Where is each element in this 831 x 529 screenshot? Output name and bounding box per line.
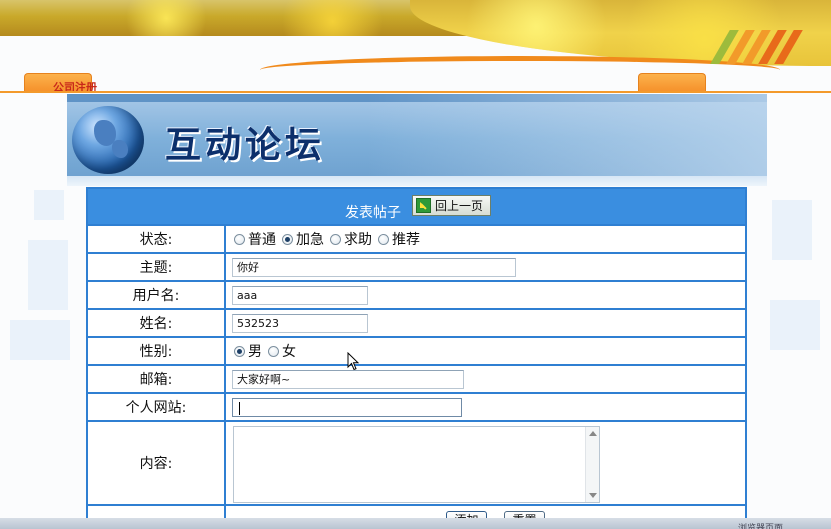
taskbar [0,518,831,529]
name-input[interactable]: 532523 [232,314,368,333]
taskbar-item[interactable]: 浏览器页面 [738,521,783,529]
background-decoration [10,320,70,360]
gender-radio-male[interactable]: 男 [234,341,262,361]
status-radio-help[interactable]: 求助 [330,229,372,249]
subject-label: 主题: [88,254,226,280]
text-caret [239,402,240,415]
background-decoration [772,200,812,260]
scroll-down-icon[interactable] [589,493,597,498]
row-subject: 主题: 你好 [88,252,745,280]
radio-checked-icon[interactable] [282,233,293,245]
content-label: 内容: [88,422,226,504]
name-label: 姓名: [88,310,226,336]
status-radio-normal[interactable]: 普通 [234,229,276,249]
tab-right[interactable] [638,73,706,92]
back-arrow-icon [416,198,431,213]
background-decoration [770,300,820,350]
username-input[interactable]: aaa [232,286,368,305]
back-button-label: 回上一页 [435,199,484,213]
banner-stripes [710,30,810,64]
mouse-pointer-icon [347,352,360,371]
row-status: 状态: 普通 加急 求助 推荐 [88,224,745,252]
row-website: 个人网站: [88,392,745,420]
nav-divider [0,91,831,93]
forum-title: 互动论坛 [165,124,326,166]
status-label: 状态: [88,226,226,252]
row-username: 用户名: aaa [88,280,745,308]
content-textarea[interactable] [233,426,600,503]
back-button[interactable]: 回上一页 [412,195,491,216]
post-form: 发表帖子 回上一页 状态: 普通 加急 求助 推荐 主题: 你好 用户名: aa… [86,187,747,529]
radio-icon[interactable] [330,233,341,245]
email-label: 邮箱: [88,366,226,392]
username-label: 用户名: [88,282,226,308]
scroll-up-icon[interactable] [589,431,597,436]
radio-icon[interactable] [378,233,389,245]
radio-checked-icon[interactable] [234,345,245,357]
status-radio-recommend[interactable]: 推荐 [378,229,420,249]
gender-radio-female[interactable]: 女 [268,341,296,361]
background-decoration [28,240,68,310]
status-radio-urgent[interactable]: 加急 [282,229,324,249]
row-gender: 性别: 男 女 [88,336,745,364]
row-email: 邮箱: 大家好啊~ [88,364,745,392]
form-heading: 发表帖子 [345,205,401,221]
textarea-scrollbar[interactable] [585,427,599,502]
background-decoration [34,190,64,220]
form-header: 发表帖子 回上一页 [88,189,745,224]
email-input[interactable]: 大家好啊~ [232,370,464,389]
forum-header: 互动论坛 [67,94,767,176]
globe-icon [72,106,144,174]
radio-icon[interactable] [268,345,279,357]
row-name: 姓名: 532523 [88,308,745,336]
website-input[interactable] [232,398,462,417]
row-content: 内容: [88,420,745,504]
website-label: 个人网站: [88,394,226,420]
header-bottom-band [67,176,767,186]
gender-label: 性别: [88,338,226,364]
subject-input[interactable]: 你好 [232,258,516,277]
radio-icon[interactable] [234,233,245,245]
